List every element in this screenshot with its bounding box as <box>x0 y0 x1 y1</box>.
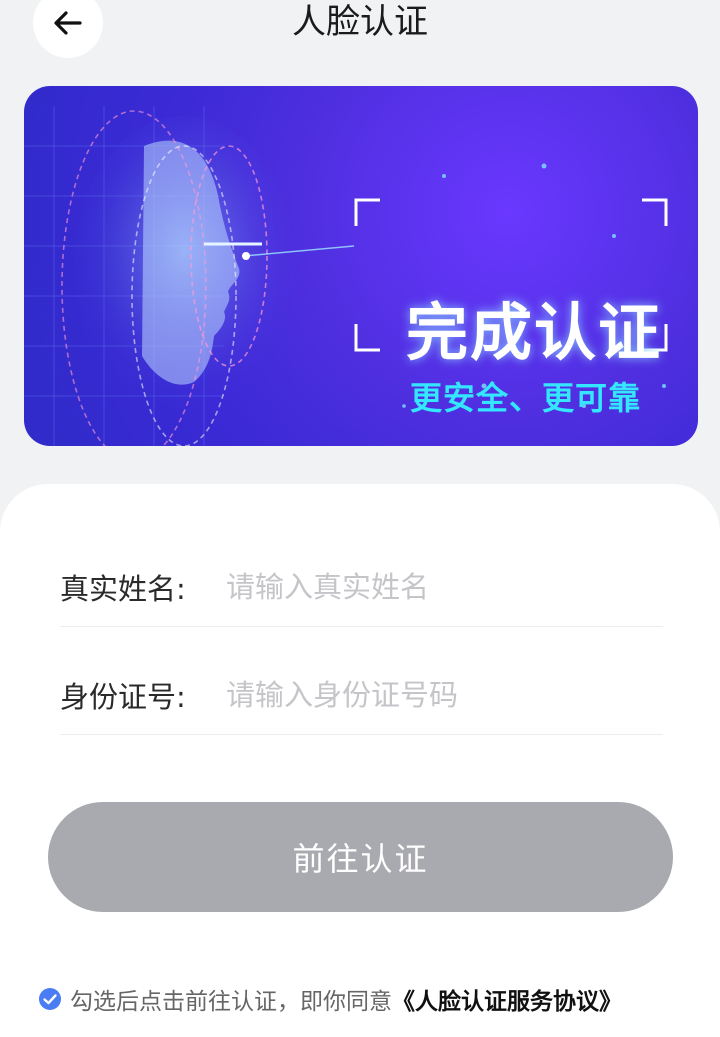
name-input[interactable] <box>226 569 663 604</box>
name-field-row: 真实姓名: <box>60 547 663 627</box>
banner-headline: 完成认证 <box>406 296 663 369</box>
id-field-row: 身份证号: <box>60 655 663 735</box>
face-auth-page: 人脸认证 完成认证 更安全、更可靠 真实姓名: 请输入真实姓名 身份证号: 请输… <box>0 0 720 1037</box>
id-number-input[interactable] <box>226 677 663 712</box>
id-label: 身份证号: <box>60 679 186 714</box>
agreement-row: 勾选后点击前往认证，即你同意 《人脸认证服务协议》 <box>38 983 708 1015</box>
go-verify-button[interactable]: 前往认证 <box>48 802 673 912</box>
banner-subline: 更安全、更可靠 <box>410 379 642 417</box>
checkbox-checked-icon[interactable] <box>38 987 62 1011</box>
page-title: 人脸认证 <box>292 2 428 42</box>
face-auth-banner: 完成认证 更安全、更可靠 <box>24 86 698 446</box>
agreement-text: 勾选后点击前往认证，即你同意 <box>70 989 392 1015</box>
header: 人脸认证 <box>0 0 720 60</box>
name-label: 真实姓名: <box>60 571 186 606</box>
agreement-link[interactable]: 《人脸认证服务协议》 <box>392 982 622 1016</box>
